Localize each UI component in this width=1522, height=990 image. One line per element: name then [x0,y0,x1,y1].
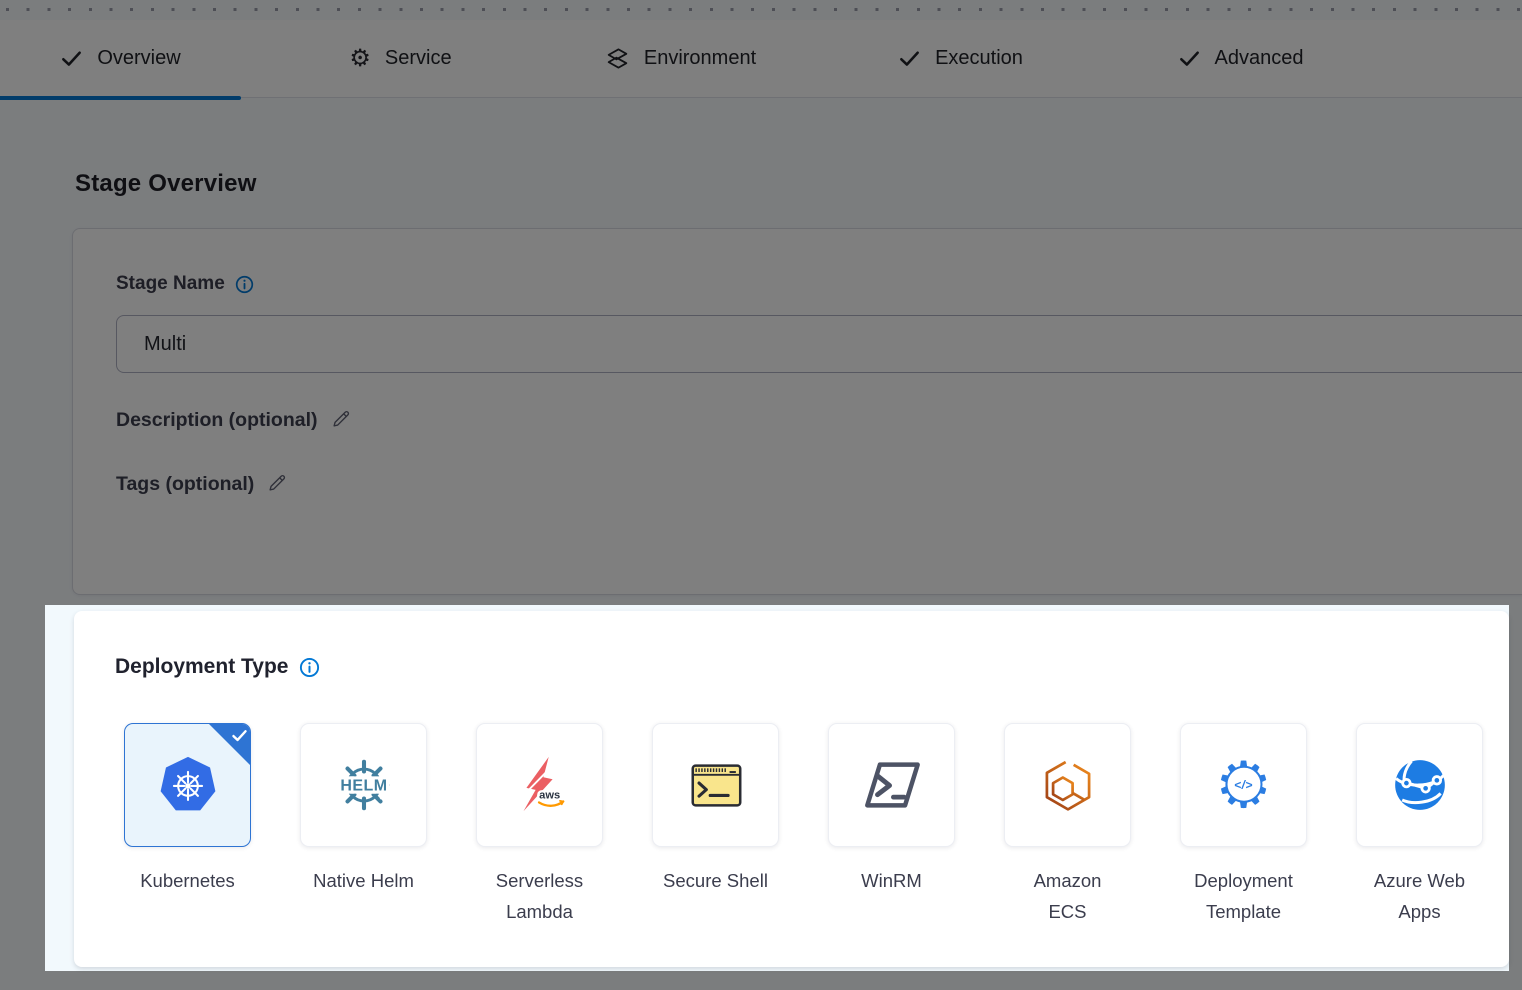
tab-label: Environment [644,47,756,70]
svg-text:HELM: HELM [340,777,387,794]
tab-label: Execution [935,47,1023,70]
deployment-option-serverless-lambda[interactable]: aws Serverless Lambda [476,723,603,927]
deployment-option-label: Serverless Lambda [452,865,628,927]
azure-web-apps-tile[interactable] [1356,723,1483,847]
deployment-type-card: Deployment Type [74,611,1509,967]
tab-advanced[interactable]: Advanced [1120,20,1361,97]
check-icon [898,47,921,70]
tags-label: Tags (optional) [116,473,254,496]
tab-environment[interactable]: Environment [560,20,801,97]
stage-tabs: Overview ⚙ Service Environment Execution [0,20,1522,98]
layers-icon [605,46,630,71]
edit-pencil-icon[interactable] [266,472,288,494]
deployment-type-options: Kubernetes [124,723,1483,927]
tab-label: Service [385,47,452,70]
check-icon [1178,47,1201,70]
tab-execution[interactable]: Execution [840,20,1081,97]
helm-icon: HELM [333,754,395,816]
deployment-option-kubernetes[interactable]: Kubernetes [124,723,251,927]
deployment-template-tile[interactable]: ⚙ </> [1180,723,1307,847]
description-label: Description (optional) [116,409,318,432]
check-icon [60,47,83,70]
gear-code-icon: ⚙ </> [1211,752,1277,818]
code-badge: </> [1225,766,1262,803]
tab-overview[interactable]: Overview [0,20,241,97]
deployment-option-amazon-ecs[interactable]: Amazon ECS [1004,723,1131,927]
serverless-lambda-tile[interactable]: aws [476,723,603,847]
page-title: Stage Overview [75,170,257,198]
aws-lambda-icon: aws [509,754,571,816]
native-helm-tile[interactable]: HELM [300,723,427,847]
deployment-option-label: Native Helm [276,865,452,896]
deployment-option-label: Kubernetes [100,865,276,896]
terminal-icon [685,754,747,816]
kubernetes-tile[interactable] [124,723,251,847]
deployment-option-secure-shell[interactable]: Secure Shell [652,723,779,927]
deployment-option-native-helm[interactable]: HELM Native Helm [300,723,427,927]
kubernetes-icon [158,755,218,815]
winrm-tile[interactable] [828,723,955,847]
tab-label: Advanced [1215,47,1304,70]
svg-text:aws: aws [539,790,560,802]
deployment-option-winrm[interactable]: WinRM [828,723,955,927]
stage-name-input[interactable] [116,315,1522,373]
stage-name-label: Stage Name [116,273,225,295]
deployment-option-label: WinRM [804,865,980,896]
deployment-option-label: Amazon ECS [980,865,1156,927]
tab-label: Overview [97,47,180,70]
info-icon[interactable] [299,657,320,678]
deployment-option-label: Secure Shell [628,865,804,896]
info-icon[interactable] [235,275,254,294]
deployment-option-label: Azure Web Apps [1332,865,1508,927]
deployment-option-deployment-template[interactable]: ⚙ </> Deployment Template [1180,723,1307,927]
deployment-option-label: Deployment Template [1156,865,1332,927]
stage-overview-card: Stage Name Description (optional) Tags (… [72,228,1522,595]
amazon-ecs-icon [1038,755,1098,815]
tab-service[interactable]: ⚙ Service [280,20,521,97]
canvas-dotted-border [6,8,1522,11]
secure-shell-tile[interactable] [652,723,779,847]
azure-globe-icon [1390,755,1450,815]
amazon-ecs-tile[interactable] [1004,723,1131,847]
gear-icon: ⚙ [349,47,371,71]
deployment-option-azure-web-apps[interactable]: Azure Web Apps [1356,723,1483,927]
powershell-icon [861,754,923,816]
edit-pencil-icon[interactable] [330,408,352,430]
deployment-type-title: Deployment Type [115,655,288,679]
tour-spotlight: Deployment Type [45,605,1509,971]
